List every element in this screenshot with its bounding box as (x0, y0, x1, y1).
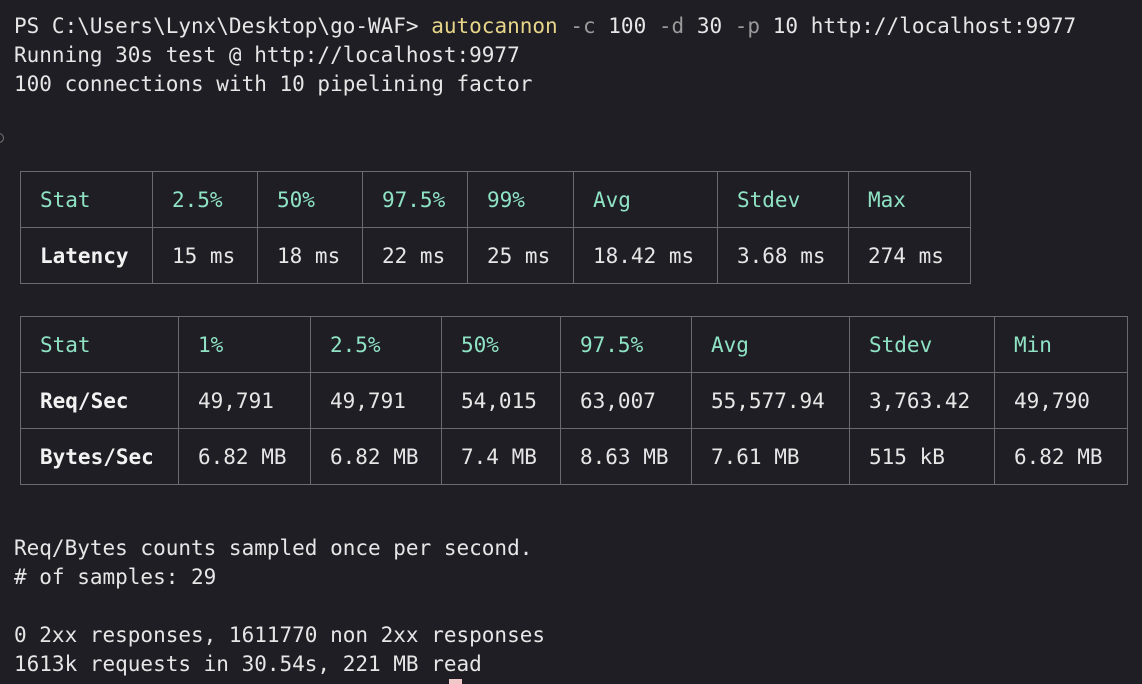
table-cell: 63,007 (560, 372, 692, 429)
throughput-table: Stat 1% 2.5% 50% 97.5% Avg Stdev Min Req… (20, 316, 1128, 485)
header-cell: 50% (441, 316, 561, 373)
flag-d-value: 30 (696, 14, 723, 38)
table-cell: 49,791 (178, 372, 311, 429)
latency-table: Stat 2.5% 50% 97.5% 99% Avg Stdev Max La… (20, 171, 971, 284)
terminal-cursor (449, 679, 462, 684)
table-cell: 22 ms (362, 227, 468, 284)
totals-line: 1613k requests in 30.54s, 221 MB read (14, 652, 482, 676)
table-cell: 15 ms (152, 227, 258, 284)
header-cell: 2.5% (152, 171, 258, 228)
table-cell: 8.63 MB (560, 428, 692, 485)
header-cell: 99% (467, 171, 574, 228)
table-cell: 18 ms (257, 227, 363, 284)
flag-c: -c (570, 14, 596, 38)
target-url: http://localhost:9977 (810, 14, 1077, 38)
flag-p: -p (734, 14, 761, 38)
table-cell: 49,791 (310, 372, 442, 429)
table-cell: 3,763.42 (849, 372, 995, 429)
row-label: Bytes/Sec (20, 428, 179, 485)
header-cell: 97.5% (560, 316, 692, 373)
throughput-header-row: Stat 1% 2.5% 50% 97.5% Avg Stdev Min (20, 316, 1128, 373)
row-label: Req/Sec (20, 372, 179, 429)
circle-icon (0, 133, 4, 143)
table-row: Req/Sec 49,791 49,791 54,015 63,007 55,5… (20, 372, 1128, 429)
table-cell: 515 kB (849, 428, 995, 485)
table-cell: 6.82 MB (178, 428, 311, 485)
flag-p-value: 10 (772, 14, 799, 38)
header-cell: 2.5% (310, 316, 442, 373)
header-cell: Min (994, 316, 1128, 373)
responses-line: 0 2xx responses, 1611770 non 2xx respons… (14, 623, 546, 647)
table-cell: 49,790 (994, 372, 1128, 429)
header-cell: Stat (20, 171, 153, 228)
running-line: Running 30s test @ http://localhost:9977 (14, 43, 520, 67)
header-cell: 50% (257, 171, 363, 228)
sampling-line: Req/Bytes counts sampled once per second… (14, 536, 533, 560)
header-cell: Avg (691, 316, 850, 373)
header-cell: Max (848, 171, 971, 228)
row-label: Latency (20, 227, 153, 284)
connections-line: 100 connections with 10 pipelining facto… (14, 72, 533, 96)
table-cell: 7.4 MB (441, 428, 561, 485)
table-cell: 3.68 ms (717, 227, 849, 284)
prompt: PS C:\Users\Lynx\Desktop\go-WAF> (14, 14, 432, 38)
table-cell: 274 ms (848, 227, 971, 284)
table-row: Latency 15 ms 18 ms 22 ms 25 ms 18.42 ms… (20, 227, 971, 284)
flag-d: -d (658, 14, 685, 38)
table-cell: 55,577.94 (691, 372, 850, 429)
table-cell: 7.61 MB (691, 428, 850, 485)
header-cell: Stdev (849, 316, 995, 373)
table-cell: 18.42 ms (573, 227, 718, 284)
header-cell: Avg (573, 171, 718, 228)
table-cell: 25 ms (467, 227, 574, 284)
latency-header-row: Stat 2.5% 50% 97.5% 99% Avg Stdev Max (20, 171, 971, 228)
header-cell: Stdev (717, 171, 849, 228)
table-cell: 54,015 (441, 372, 561, 429)
command-name: autocannon (431, 14, 558, 38)
table-cell: 6.82 MB (310, 428, 442, 485)
header-cell: 1% (178, 316, 311, 373)
header-cell: Stat (20, 316, 179, 373)
flag-c-value: 100 (608, 14, 647, 38)
command-line[interactable]: PS C:\Users\Lynx\Desktop\go-WAF> autocan… (14, 12, 1076, 41)
table-row: Bytes/Sec 6.82 MB 6.82 MB 7.4 MB 8.63 MB… (20, 428, 1128, 485)
header-cell: 97.5% (362, 171, 468, 228)
samples-line: # of samples: 29 (14, 565, 217, 589)
table-cell: 6.82 MB (994, 428, 1128, 485)
